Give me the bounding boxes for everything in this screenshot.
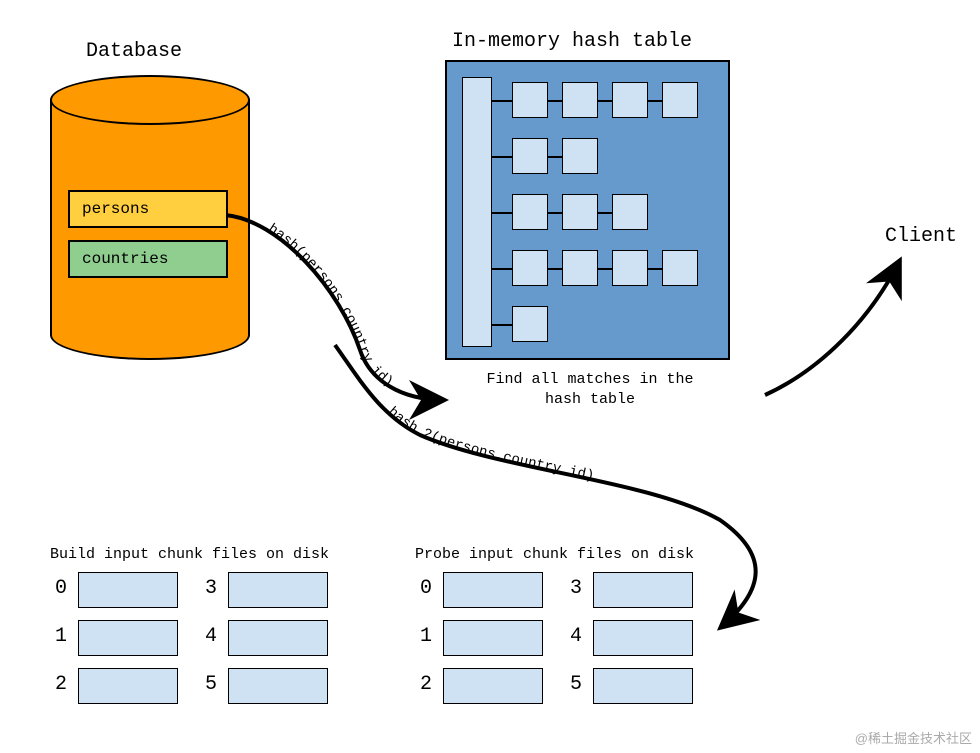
chunk-file — [443, 572, 543, 608]
client-label: Client — [885, 225, 957, 248]
chunk-index: 2 — [55, 673, 67, 696]
bucket-connector — [598, 268, 612, 270]
bucket-connector — [492, 156, 512, 158]
bucket-connector — [548, 268, 562, 270]
bucket-connector — [548, 212, 562, 214]
chunk-file — [228, 620, 328, 656]
hash-bucket — [512, 82, 548, 118]
hash-bucket — [562, 138, 598, 174]
hash2-fn-label: hash_2(persons.country_id) — [384, 404, 595, 484]
database-cylinder: persons countries — [50, 75, 250, 335]
chunk-file — [78, 668, 178, 704]
watermark: @稀土掘金技术社区 — [855, 728, 972, 747]
bucket-connector — [648, 268, 662, 270]
chunk-index: 2 — [420, 673, 432, 696]
bucket-connector — [548, 156, 562, 158]
chunk-index: 4 — [205, 625, 217, 648]
chunk-file — [443, 668, 543, 704]
hash-bucket — [662, 250, 698, 286]
chunk-file — [228, 572, 328, 608]
hash-table-box — [445, 60, 730, 360]
chunk-index: 1 — [420, 625, 432, 648]
build-chunks-label: Build input chunk files on disk — [50, 545, 329, 565]
hash-bucket — [662, 82, 698, 118]
bucket-connector — [548, 100, 562, 102]
hash-bucket — [512, 138, 548, 174]
bucket-connector — [598, 100, 612, 102]
chunk-index: 1 — [55, 625, 67, 648]
bucket-connector — [492, 212, 512, 214]
hash-bucket — [562, 250, 598, 286]
probe-chunks-label: Probe input chunk files on disk — [415, 545, 694, 565]
chunk-file — [593, 620, 693, 656]
bucket-connector — [492, 324, 512, 326]
db-table-countries: countries — [68, 240, 228, 278]
hashtable-label: In-memory hash table — [452, 30, 692, 53]
db-table-persons: persons — [68, 190, 228, 228]
find-matches-label: Find all matches in the hash table — [465, 370, 715, 409]
chunk-index: 3 — [205, 577, 217, 600]
chunk-file — [228, 668, 328, 704]
hash-bucket — [562, 82, 598, 118]
bucket-connector — [648, 100, 662, 102]
hash-fn-label: hash(persons.country_id) — [265, 221, 396, 391]
chunk-file — [593, 572, 693, 608]
chunk-index: 0 — [55, 577, 67, 600]
chunk-index: 4 — [570, 625, 582, 648]
hash-bucket — [612, 194, 648, 230]
chunk-file — [443, 620, 543, 656]
chunk-index: 0 — [420, 577, 432, 600]
chunk-index: 3 — [570, 577, 582, 600]
bucket-connector — [492, 100, 512, 102]
hash-bucket — [512, 194, 548, 230]
hash-bucket — [512, 250, 548, 286]
chunk-file — [78, 572, 178, 608]
database-label: Database — [86, 40, 182, 63]
hash-bucket — [512, 306, 548, 342]
bucket-connector — [492, 268, 512, 270]
hash-bucket — [562, 194, 598, 230]
chunk-file — [593, 668, 693, 704]
db-top-ellipse — [50, 75, 250, 125]
hash-bucket — [612, 82, 648, 118]
bucket-connector — [598, 212, 612, 214]
chunk-file — [78, 620, 178, 656]
hash-column — [462, 77, 492, 347]
chunk-index: 5 — [570, 673, 582, 696]
hash-bucket — [612, 250, 648, 286]
chunk-index: 5 — [205, 673, 217, 696]
svg-text:hash(persons.country_id): hash(persons.country_id) — [265, 221, 396, 391]
svg-text:hash_2(persons.country_id): hash_2(persons.country_id) — [384, 404, 595, 484]
